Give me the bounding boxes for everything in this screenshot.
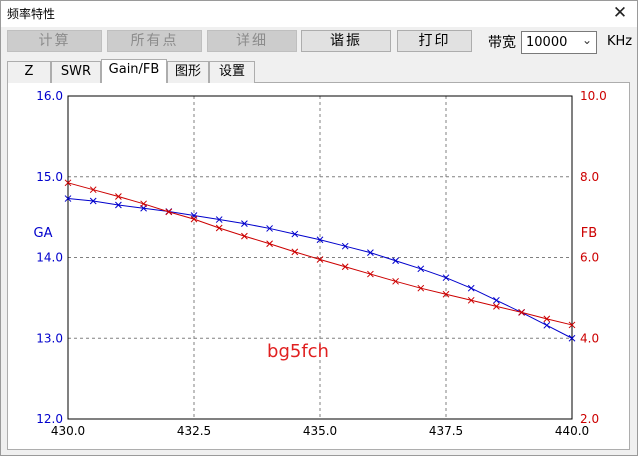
fb-data-point [115,193,122,200]
fb-data-point [341,263,349,271]
close-icon[interactable]: ✕ [611,4,629,22]
bandwidth-value: 10000 [526,35,568,50]
gain-fb-chart: 430.0 432.5 435.0 437.5 440.0 12.0 13.0 14.0 15.… [34,89,607,438]
frequency-characteristics-window: 频率特性 ✕ 计算 所有点 详细 谐振 打印 带宽 10000 ⌄ KHz Z … [0,0,638,456]
left-axis-label: GA [34,226,53,241]
fb-data-point [392,277,399,285]
left-axis-tick-label: 15.0 [36,170,63,184]
left-axis-tick-label: 16.0 [36,89,63,103]
gain-data-point [417,265,425,273]
left-axis-tick-label: 12.0 [36,412,63,426]
gain-series-line [67,198,573,339]
bandwidth-label: 带宽 [488,35,516,51]
title-bar: 频率特性 ✕ [1,1,637,27]
right-axis-tick-label: 6.0 [580,251,599,265]
x-tick-label: 440.0 [555,424,589,438]
fb-data-point [367,270,374,278]
window-title: 频率特性 [7,7,56,21]
fb-data-point [140,200,147,208]
tab-graph[interactable]: 图形 [167,61,209,83]
fb-data-point [266,240,273,248]
gain-data-point [543,321,551,329]
x-tick-label: 437.5 [429,424,463,438]
left-axis-tick-label: 13.0 [36,331,63,345]
fb-data-point [215,224,223,232]
right-axis-tick-label: 2.0 [580,412,599,426]
all-points-button[interactable]: 所有点 [107,30,202,52]
bandwidth-select[interactable]: 10000 ⌄ [521,31,597,54]
gain-data-point [493,296,500,304]
detail-button[interactable]: 详细 [207,30,297,52]
fb-data-point [89,186,97,194]
x-tick-label: 430.0 [51,424,85,438]
gain-data-point [341,242,349,250]
tab-settings[interactable]: 设置 [209,61,255,83]
x-tick-label: 435.0 [303,424,337,438]
right-axis-tick-label: 4.0 [580,331,599,345]
gain-data-point [467,284,475,292]
watermark-text: bg5fch [267,341,329,362]
x-tick-label: 432.5 [177,424,211,438]
fb-data-point [241,232,248,240]
right-axis-tick-label: 10.0 [580,89,607,103]
right-axis-tick-label: 8.0 [580,170,599,184]
gain-data-point [442,274,450,282]
gain-data-point [392,257,399,265]
tab-z[interactable]: Z [7,61,51,83]
right-axis-label: FB [581,226,597,241]
left-axis-tick-label: 14.0 [36,251,63,265]
print-button[interactable]: 打印 [397,30,472,52]
chevron-down-icon[interactable]: ⌄ [582,33,592,47]
gain-data-point [367,249,374,257]
chart-panel: 430.0 432.5 435.0 437.5 440.0 12.0 13.0 14.0 15.… [7,83,630,450]
bandwidth-unit: KHz [607,34,633,49]
tab-swr[interactable]: SWR [51,61,101,83]
fb-data-point [291,248,299,256]
resonance-button[interactable]: 谐振 [301,30,391,52]
calculate-button[interactable]: 计算 [7,30,102,52]
tab-gain-fb[interactable]: Gain/FB [101,59,167,84]
